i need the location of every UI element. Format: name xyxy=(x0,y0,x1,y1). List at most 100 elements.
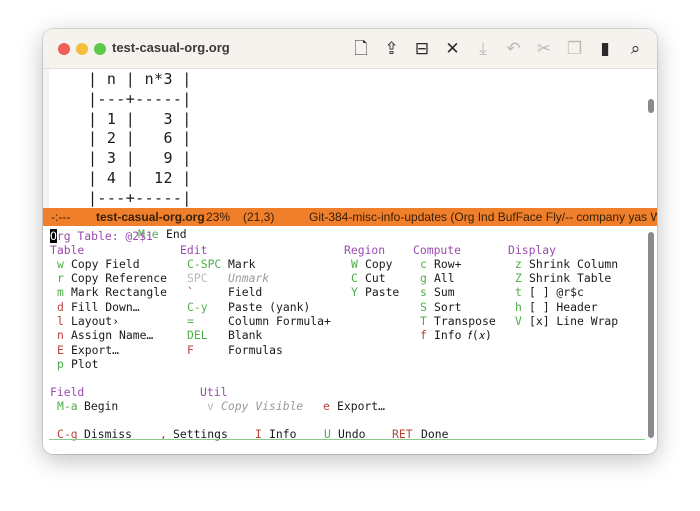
menu-item-field[interactable]: Begin xyxy=(84,399,118,413)
menu-key[interactable]: p xyxy=(57,357,64,371)
menu-item-util[interactable]: Copy Visible xyxy=(221,399,303,413)
menu-item-table[interactable]: Fill Down… xyxy=(71,300,140,314)
menu-key[interactable]: M-a xyxy=(57,399,78,413)
menu-item-compute[interactable]: Info 𝑓(𝑥) xyxy=(434,328,492,342)
menu-item-table[interactable]: Assign Name… xyxy=(71,328,153,342)
zoom-window-button[interactable] xyxy=(94,43,106,55)
new-file-icon[interactable]: 🗋 xyxy=(350,38,372,60)
util-heading: Util xyxy=(200,385,228,399)
menu-item-region[interactable]: Copy xyxy=(365,257,392,271)
menu-item-edit[interactable]: Blank xyxy=(228,328,262,342)
menu-key[interactable]: l xyxy=(57,314,64,328)
menu-item-edit[interactable]: Field xyxy=(228,285,262,299)
save-download-icon[interactable]: ⤓ xyxy=(472,38,494,60)
menu-key[interactable]: d xyxy=(57,300,64,314)
menu-item-table[interactable]: Plot xyxy=(71,357,98,371)
paste-icon[interactable]: ▮ xyxy=(594,38,616,60)
menu-key[interactable]: E xyxy=(57,343,64,357)
menu-key[interactable]: c xyxy=(420,257,427,271)
menu-key[interactable]: e xyxy=(323,399,330,413)
modeline-position: (21,3) xyxy=(243,210,275,224)
open-upload-icon[interactable]: ⇪ xyxy=(381,38,403,60)
menu-item-region[interactable]: Cut xyxy=(365,271,386,285)
menu-item-table[interactable]: Mark Rectangle xyxy=(71,285,167,299)
menu-key[interactable]: h xyxy=(515,300,522,314)
menu-item-compute[interactable]: Row+ xyxy=(434,257,461,271)
menu-item-table[interactable]: Copy Field xyxy=(71,257,140,271)
menu-key[interactable]: z xyxy=(515,257,522,271)
menu-key[interactable]: C-y xyxy=(187,300,208,314)
menu-key[interactable]: w xyxy=(57,257,64,271)
menu-key[interactable]: Y xyxy=(351,285,358,299)
menu-item-edit[interactable]: Mark xyxy=(228,257,255,271)
menu-item-display[interactable]: [ ] @r$c xyxy=(529,285,584,299)
inbox-tray-icon[interactable]: ⊟ xyxy=(411,38,433,60)
cursor: O xyxy=(50,229,57,243)
minimize-window-button[interactable] xyxy=(76,43,88,55)
menu-item-compute[interactable]: Transpose xyxy=(434,314,496,328)
menu-item-table[interactable]: Export… xyxy=(71,343,119,357)
transient-menu: Org Table: @2$1 Table w Copy Field r Copy Re… xyxy=(43,227,657,454)
menu-item-util[interactable]: Export… xyxy=(337,399,385,413)
menu-key[interactable]: C-SPC xyxy=(187,257,221,271)
cut-scissors-icon[interactable]: ✂ xyxy=(533,38,555,60)
menu-key[interactable]: s xyxy=(420,285,427,299)
window-title: test-casual-org.org xyxy=(112,40,230,55)
menu-key[interactable]: W xyxy=(351,257,358,271)
close-icon[interactable]: ✕ xyxy=(442,38,464,60)
menu-item-edit[interactable]: Paste (yank) xyxy=(228,300,310,314)
menu-key[interactable]: S xyxy=(420,300,427,314)
close-window-button[interactable] xyxy=(58,43,70,55)
menu-item-compute[interactable]: Sort xyxy=(434,300,461,314)
menu-key[interactable]: f xyxy=(420,328,427,342)
display-heading: Display xyxy=(508,243,557,257)
undo-icon[interactable]: ↶ xyxy=(503,38,525,60)
menu-item-display[interactable]: Shrink Column xyxy=(529,257,618,271)
menu-key[interactable]: SPC xyxy=(187,271,208,285)
table-line: | 2 | 6 | xyxy=(88,129,192,148)
menu-key[interactable]: Z xyxy=(515,271,522,285)
menu-item-display[interactable]: Shrink Table xyxy=(529,271,611,285)
menu-item-edit[interactable]: Unmark xyxy=(228,271,269,285)
menu-item-display[interactable]: [x] Line Wrap xyxy=(529,314,618,328)
menu-item-compute[interactable]: Sum xyxy=(434,285,455,299)
menu-item-table[interactable]: Copy Reference xyxy=(71,271,167,285)
edit-heading: Edit xyxy=(180,243,208,257)
menu-key[interactable]: ` xyxy=(187,285,194,299)
search-icon[interactable]: ⌕ xyxy=(625,38,647,60)
menu-item-edit[interactable]: Column Formula+ xyxy=(228,314,331,328)
menu-key[interactable]: T xyxy=(420,314,427,328)
table-line: | 1 | 3 | xyxy=(88,109,192,128)
menu-key[interactable]: DEL xyxy=(187,328,208,342)
menu-key[interactable]: t xyxy=(515,285,522,299)
menu-key[interactable]: m xyxy=(57,285,64,299)
menu-key[interactable]: F xyxy=(187,343,194,357)
menu-item-table[interactable]: Layout› xyxy=(71,314,119,328)
table-line: |---+-----| xyxy=(88,188,192,207)
table-line: | n | n*3 | xyxy=(88,70,192,88)
compute-heading: Compute xyxy=(413,243,462,257)
table-heading: Table xyxy=(50,243,85,257)
org-buffer[interactable]: | n | n*3 | |---+-----| | 1 | 3 | | 2 | 6 |… xyxy=(43,69,657,208)
menu-item-display[interactable]: [ ] Header xyxy=(529,300,598,314)
menu-item-field[interactable]: End xyxy=(166,227,187,241)
menu-key[interactable]: v xyxy=(207,399,214,413)
menu-key[interactable]: C xyxy=(351,271,358,285)
menu-key[interactable]: V xyxy=(515,314,522,328)
menu-key[interactable]: n xyxy=(57,328,64,342)
field-heading: Field xyxy=(50,385,85,399)
menu-divider xyxy=(49,439,645,440)
buffer-scrollbar[interactable] xyxy=(648,99,654,113)
modeline-percent: 23% xyxy=(206,210,231,224)
menu-item-compute[interactable]: All xyxy=(434,271,455,285)
menu-scrollbar[interactable] xyxy=(648,232,654,438)
menu-key[interactable]: r xyxy=(57,271,64,285)
copy-icon[interactable]: ❐ xyxy=(564,38,586,60)
emacs-window: test-casual-org.org 🗋 ⇪ ⊟ ✕ ⤓ ↶ ✂ ❐ ▮ ⌕ | n | n*3… xyxy=(43,29,657,454)
menu-key[interactable]: g xyxy=(420,271,427,285)
menu-key[interactable]: M-e xyxy=(138,227,159,241)
menu-item-region[interactable]: Paste xyxy=(365,285,399,299)
table-line: | 4 | 12 | xyxy=(88,169,192,187)
menu-item-edit[interactable]: Formulas xyxy=(228,343,283,357)
menu-key[interactable]: = xyxy=(187,314,194,328)
